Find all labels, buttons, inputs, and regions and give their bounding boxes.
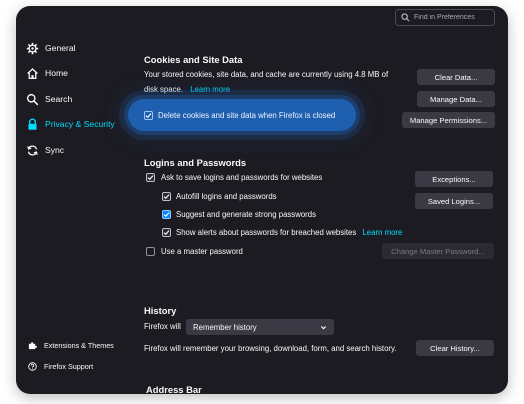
- help-icon: [28, 361, 37, 371]
- sidebar-item-label: Search: [45, 94, 73, 104]
- cookies-learn-more-link[interactable]: Learn more: [190, 85, 230, 94]
- chevron-down-icon: [320, 325, 327, 329]
- checkmark-icon: [163, 212, 170, 218]
- sidebar-footer-label: Firefox Support: [44, 361, 94, 371]
- checkmark-icon: [163, 230, 170, 236]
- master-password-label: Use a master password: [161, 247, 243, 256]
- preferences-window: General Home Search Privacy & Security S…: [16, 6, 508, 394]
- ask-save-logins-checkbox[interactable]: [146, 173, 155, 182]
- sidebar-footer-extensions-themes[interactable]: Extensions & Themes: [28, 339, 114, 351]
- clear-data-button[interactable]: Clear Data...: [417, 69, 495, 85]
- sidebar-item-sync[interactable]: Sync: [26, 142, 64, 158]
- sidebar-footer-firefox-support[interactable]: Firefox Support: [28, 360, 93, 372]
- history-section-title: History: [144, 305, 177, 316]
- sidebar-item-search[interactable]: Search: [26, 91, 72, 107]
- sidebar-item-label: Sync: [45, 145, 65, 155]
- history-mode-select[interactable]: Remember history: [186, 319, 334, 335]
- suggest-passwords-checkbox[interactable]: [162, 210, 171, 219]
- sidebar-footer-label: Extensions & Themes: [44, 340, 114, 350]
- logins-section-title: Logins and Passwords: [144, 157, 247, 168]
- sidebar-item-label: Privacy & Security: [45, 119, 115, 129]
- checkmark-icon: [163, 194, 170, 200]
- change-master-password-button[interactable]: Change Master Password...: [382, 243, 494, 259]
- clear-history-button[interactable]: Clear History...: [416, 340, 494, 356]
- breach-alerts-row: Show alerts about passwords for breached…: [176, 229, 402, 237]
- search-input[interactable]: [414, 14, 494, 21]
- sidebar-item-general[interactable]: General: [26, 40, 76, 56]
- sidebar-item-label: General: [45, 43, 76, 53]
- cookies-description-text: disk space.: [144, 85, 184, 94]
- sidebar-item-privacy-security[interactable]: Privacy & Security: [26, 116, 115, 132]
- suggest-passwords-label: Suggest and generate strong passwords: [176, 210, 317, 219]
- checkmark-icon: [147, 175, 154, 181]
- manage-data-button[interactable]: Manage Data...: [417, 91, 495, 107]
- ask-save-logins-label: Ask to save logins and passwords for web…: [161, 173, 323, 182]
- lock-icon: [28, 118, 37, 130]
- history-description: Firefox will remember your browsing, dow…: [144, 344, 397, 353]
- address-bar-section-title: Address Bar: [146, 384, 202, 394]
- history-mode-value: Remember history: [193, 322, 257, 332]
- search-box[interactable]: [395, 9, 495, 26]
- breach-alerts-learn-more-link[interactable]: Learn more: [362, 228, 402, 237]
- cookies-description-line1: Your stored cookies, site data, and cach…: [144, 70, 389, 79]
- breach-alerts-checkbox[interactable]: [162, 228, 171, 237]
- sync-icon: [27, 144, 38, 156]
- autofill-logins-label: Autofill logins and passwords: [176, 192, 277, 201]
- search-icon: [26, 93, 39, 105]
- delete-on-close-label: Delete cookies and site data when Firefo…: [158, 111, 336, 120]
- exceptions-button[interactable]: Exceptions...: [415, 171, 493, 187]
- autofill-logins-checkbox[interactable]: [162, 192, 171, 201]
- checkmark-icon: [145, 113, 152, 119]
- manage-permissions-button[interactable]: Manage Permissions...: [402, 112, 495, 128]
- saved-logins-button[interactable]: Saved Logins...: [415, 193, 493, 209]
- sidebar-item-home[interactable]: Home: [26, 65, 68, 81]
- delete-on-close-checkbox[interactable]: [144, 111, 153, 120]
- puzzle-icon: [28, 341, 37, 349]
- cookies-section-title: Cookies and Site Data: [144, 54, 243, 65]
- home-icon: [27, 67, 38, 79]
- sidebar-item-label: Home: [45, 68, 68, 78]
- search-icon: [401, 13, 410, 22]
- firefox-will-label: Firefox will: [144, 322, 181, 331]
- master-password-checkbox[interactable]: [146, 247, 155, 256]
- breach-alerts-label: Show alerts about passwords for breached…: [176, 228, 357, 237]
- gear-icon: [26, 42, 39, 54]
- cookies-description-line2: disk space. Learn more: [144, 86, 230, 94]
